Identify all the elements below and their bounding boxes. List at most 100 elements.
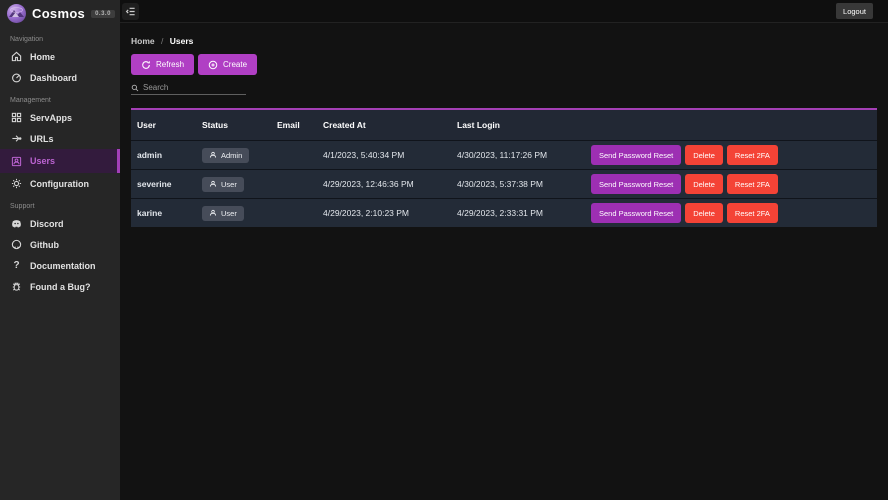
column-header-last-login: Last Login bbox=[457, 110, 500, 140]
top-bar: Logout bbox=[120, 0, 888, 23]
cell-username: admin bbox=[137, 141, 162, 169]
send-password-reset-button[interactable]: Send Password Reset bbox=[591, 203, 681, 223]
cell-status: User bbox=[202, 170, 244, 198]
sidebar: Cosmos 0.3.0 Navigation Home Dashboard M… bbox=[0, 0, 120, 500]
cell-actions: Send Password Reset Delete Reset 2FA bbox=[591, 141, 778, 169]
cell-last-login: 4/30/2023, 5:37:38 PM bbox=[457, 170, 543, 198]
create-button-label: Create bbox=[223, 60, 247, 69]
sidebar-item-label: Configuration bbox=[30, 179, 89, 189]
sidebar-item-home[interactable]: Home bbox=[0, 46, 120, 67]
version-badge: 0.3.0 bbox=[91, 10, 115, 18]
column-header-status: Status bbox=[202, 110, 228, 140]
cell-status: Admin bbox=[202, 141, 249, 169]
breadcrumb-separator: / bbox=[157, 36, 167, 46]
person-icon bbox=[209, 151, 217, 159]
search-icon bbox=[131, 84, 139, 92]
users-table: User Status Email Created At Last Login … bbox=[131, 108, 877, 227]
app-logo: Cosmos 0.3.0 bbox=[0, 0, 120, 27]
plus-circle-icon bbox=[208, 60, 218, 70]
status-badge-label: User bbox=[221, 180, 237, 189]
reset-2fa-button[interactable]: Reset 2FA bbox=[727, 203, 778, 223]
table-row: karine User 4/29/2023, 2:10:23 PM 4/29/2… bbox=[131, 199, 877, 227]
question-icon: ? bbox=[11, 260, 22, 271]
sidebar-section-support: Support bbox=[0, 194, 120, 213]
sidebar-section-management: Management bbox=[0, 88, 120, 107]
search-input[interactable] bbox=[143, 83, 246, 92]
sidebar-item-label: Github bbox=[30, 240, 59, 250]
status-badge-label: User bbox=[221, 209, 237, 218]
send-password-reset-button[interactable]: Send Password Reset bbox=[591, 145, 681, 165]
person-icon bbox=[209, 209, 217, 217]
table-header-row: User Status Email Created At Last Login bbox=[131, 110, 877, 140]
cell-created-at: 4/29/2023, 2:10:23 PM bbox=[323, 199, 409, 227]
reset-2fa-button[interactable]: Reset 2FA bbox=[727, 174, 778, 194]
cell-last-login: 4/29/2023, 2:33:31 PM bbox=[457, 199, 543, 227]
cosmos-logo-icon bbox=[7, 4, 26, 23]
sidebar-item-label: URLs bbox=[30, 134, 54, 144]
delete-button[interactable]: Delete bbox=[685, 145, 723, 165]
bug-icon bbox=[11, 281, 22, 292]
breadcrumb-current: Users bbox=[170, 36, 194, 46]
delete-button[interactable]: Delete bbox=[685, 203, 723, 223]
reset-2fa-button[interactable]: Reset 2FA bbox=[727, 145, 778, 165]
toolbar: Refresh Create bbox=[131, 54, 257, 75]
app-title: Cosmos bbox=[32, 6, 85, 21]
sidebar-item-found-a-bug[interactable]: Found a Bug? bbox=[0, 276, 120, 297]
sidebar-item-label: ServApps bbox=[30, 113, 72, 123]
column-header-email: Email bbox=[277, 110, 300, 140]
status-badge: Admin bbox=[202, 148, 249, 163]
github-icon bbox=[11, 239, 22, 250]
discord-icon bbox=[11, 218, 22, 229]
status-badge: User bbox=[202, 177, 244, 192]
gear-icon bbox=[11, 178, 22, 189]
sidebar-section-navigation: Navigation bbox=[0, 27, 120, 46]
main-content: Home / Users Refresh Create bbox=[120, 23, 888, 500]
table-row: admin Admin 4/1/2023, 5:40:34 PM 4/30/20… bbox=[131, 141, 877, 169]
dashboard-icon bbox=[11, 72, 22, 83]
column-header-created-at: Created At bbox=[323, 110, 366, 140]
send-password-reset-button[interactable]: Send Password Reset bbox=[591, 174, 681, 194]
sidebar-item-servapps[interactable]: ServApps bbox=[0, 107, 120, 128]
link-icon bbox=[11, 133, 22, 144]
sidebar-item-label: Found a Bug? bbox=[30, 282, 91, 292]
sidebar-item-urls[interactable]: URLs bbox=[0, 128, 120, 149]
home-icon bbox=[11, 51, 22, 62]
status-badge-label: Admin bbox=[221, 151, 242, 160]
cell-created-at: 4/29/2023, 12:46:36 PM bbox=[323, 170, 414, 198]
sidebar-collapse-button[interactable] bbox=[122, 3, 139, 20]
delete-button[interactable]: Delete bbox=[685, 174, 723, 194]
cell-username: severine bbox=[137, 170, 172, 198]
column-header-user: User bbox=[137, 110, 156, 140]
table-row: severine User 4/29/2023, 12:46:36 PM 4/3… bbox=[131, 170, 877, 198]
logout-button[interactable]: Logout bbox=[836, 3, 873, 19]
person-icon bbox=[209, 180, 217, 188]
apps-icon bbox=[11, 112, 22, 123]
status-badge: User bbox=[202, 206, 244, 221]
sidebar-item-label: Dashboard bbox=[30, 73, 77, 83]
refresh-icon bbox=[141, 60, 151, 70]
sidebar-item-label: Home bbox=[30, 52, 55, 62]
sidebar-item-users[interactable]: Users bbox=[0, 149, 120, 173]
sidebar-item-discord[interactable]: Discord bbox=[0, 213, 120, 234]
sidebar-item-configuration[interactable]: Configuration bbox=[0, 173, 120, 194]
menu-fold-icon bbox=[125, 6, 136, 17]
breadcrumb-home-link[interactable]: Home bbox=[131, 36, 155, 46]
breadcrumb: Home / Users bbox=[131, 36, 193, 46]
sidebar-item-label: Users bbox=[30, 156, 55, 166]
sidebar-item-label: Documentation bbox=[30, 261, 96, 271]
sidebar-item-dashboard[interactable]: Dashboard bbox=[0, 67, 120, 88]
app-window: Cosmos 0.3.0 Navigation Home Dashboard M… bbox=[0, 0, 888, 500]
cell-actions: Send Password Reset Delete Reset 2FA bbox=[591, 199, 778, 227]
sidebar-item-github[interactable]: Github bbox=[0, 234, 120, 255]
refresh-button-label: Refresh bbox=[156, 60, 184, 69]
create-button[interactable]: Create bbox=[198, 54, 257, 75]
users-icon bbox=[11, 156, 22, 167]
cell-actions: Send Password Reset Delete Reset 2FA bbox=[591, 170, 778, 198]
sidebar-item-label: Discord bbox=[30, 219, 64, 229]
cell-status: User bbox=[202, 199, 244, 227]
cell-last-login: 4/30/2023, 11:17:26 PM bbox=[457, 141, 547, 169]
search-field bbox=[131, 81, 246, 95]
refresh-button[interactable]: Refresh bbox=[131, 54, 194, 75]
cell-created-at: 4/1/2023, 5:40:34 PM bbox=[323, 141, 404, 169]
sidebar-item-documentation[interactable]: ? Documentation bbox=[0, 255, 120, 276]
